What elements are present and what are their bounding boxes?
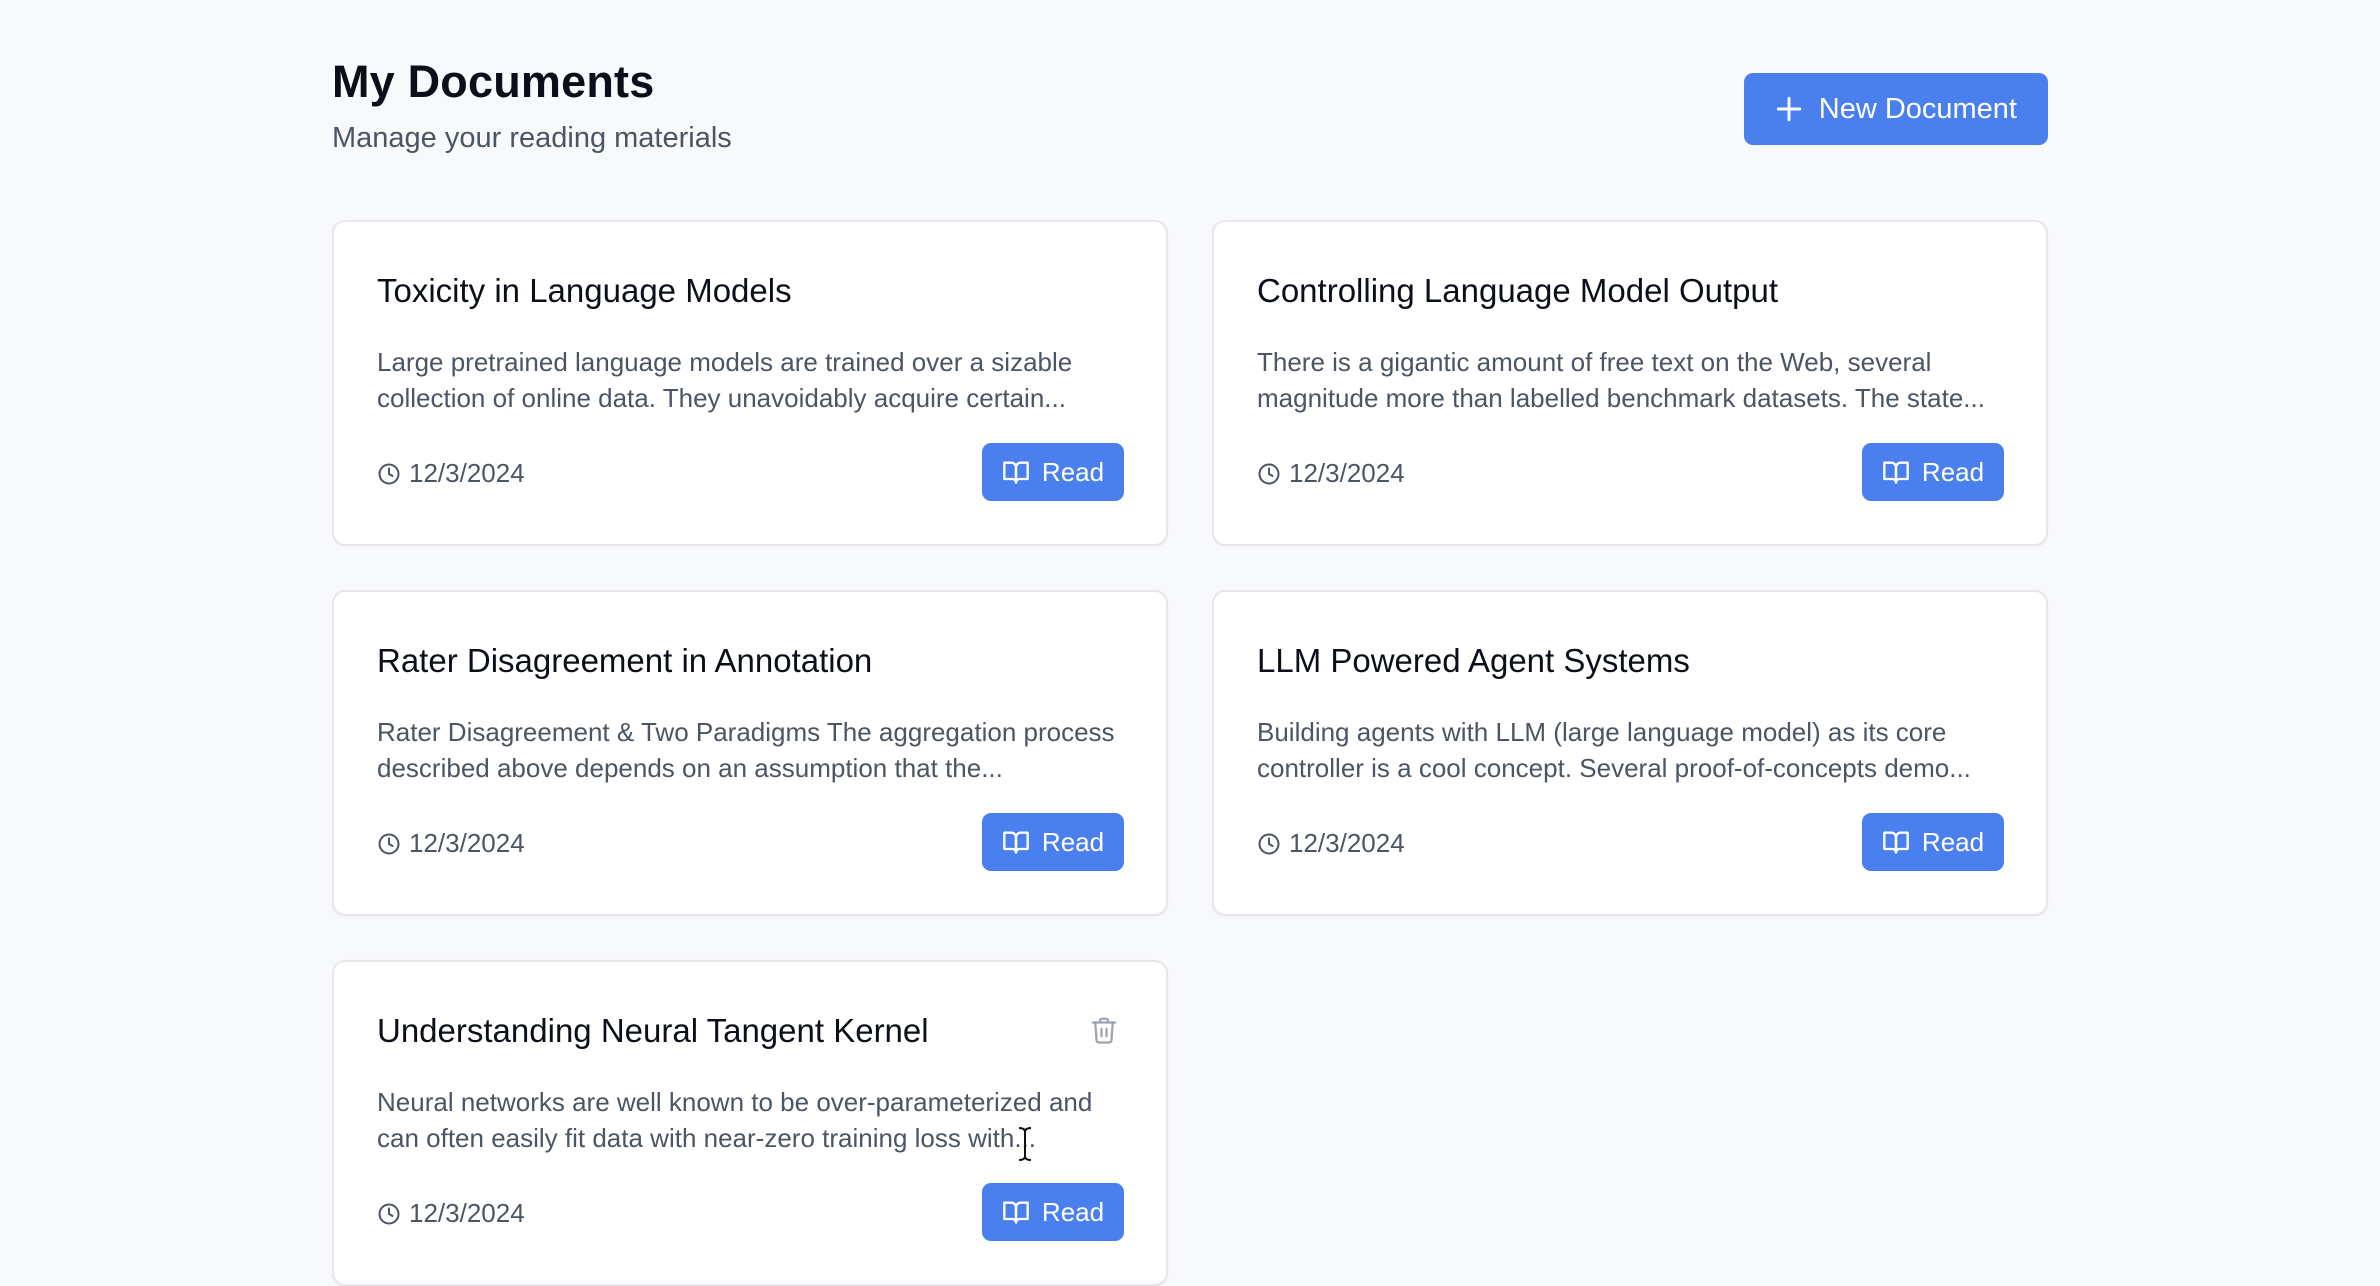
clock-icon [377,1202,401,1226]
document-date-text: 12/3/2024 [1289,828,1405,858]
document-description: There is a gigantic amount of free text … [1257,347,1985,413]
read-button[interactable]: Read [982,1183,1124,1241]
document-grid: Toxicity in Language Models Large pretra… [332,220,2048,1286]
document-card[interactable]: Toxicity in Language Models Large pretra… [332,220,1168,546]
read-button-label: Read [1041,826,1105,857]
new-document-button[interactable]: New Document [1743,73,2048,145]
clock-icon [377,832,401,856]
clock-icon [1257,832,1281,856]
page-title: My Documents [332,56,655,107]
document-title: LLM Powered Agent Systems [1257,642,1690,679]
read-button-label: Read [1921,826,1985,857]
read-button-label: Read [1921,456,1985,487]
page-subtitle: Manage your reading materials [332,122,732,154]
document-card[interactable]: LLM Powered Agent Systems Building agent… [1212,590,2048,916]
document-description: Neural networks are well known to be ove… [377,1087,1093,1153]
read-button-label: Read [1041,456,1105,487]
delete-button[interactable] [1086,1012,1122,1048]
document-title: Rater Disagreement in Annotation [377,642,873,679]
book-open-icon [1002,828,1030,856]
book-open-icon [1002,1198,1030,1226]
document-description: Rater Disagreement & Two Paradigms The a… [377,717,1115,783]
book-open-icon [1882,458,1910,486]
document-title: Controlling Language Model Output [1257,272,1779,309]
clock-icon [377,462,401,486]
trash-icon [1089,1015,1119,1045]
document-card[interactable]: Controlling Language Model Output There … [1212,220,2048,546]
document-description: Large pretrained language models are tra… [377,347,1073,413]
documents-page: My Documents Manage your reading materia… [332,0,2048,1286]
book-open-icon [1882,828,1910,856]
document-date-text: 12/3/2024 [409,828,525,858]
book-open-icon [1002,458,1030,486]
document-date-text: 12/3/2024 [409,458,525,488]
document-card[interactable]: Rater Disagreement in Annotation Rater D… [332,590,1168,916]
document-date: 12/3/2024 [1257,828,1405,859]
document-description: Building agents with LLM (large language… [1257,717,1971,783]
read-button-label: Read [1041,1196,1105,1227]
page-header: My Documents Manage your reading materia… [332,0,2048,220]
plus-icon [1773,93,1805,125]
document-date: 12/3/2024 [377,458,525,489]
read-button[interactable]: Read [982,813,1124,871]
document-title: Toxicity in Language Models [377,272,792,309]
document-card[interactable]: Understanding Neural Tangent Kernel Neur… [332,960,1168,1286]
clock-icon [1257,462,1281,486]
document-date: 12/3/2024 [1257,458,1405,489]
read-button[interactable]: Read [982,443,1124,501]
read-button[interactable]: Read [1862,813,2004,871]
document-date-text: 12/3/2024 [1289,458,1405,488]
read-button[interactable]: Read [1862,443,2004,501]
document-title: Understanding Neural Tangent Kernel [377,1012,929,1049]
document-date: 12/3/2024 [377,828,525,859]
new-document-label: New Document [1818,92,2017,125]
document-date-text: 12/3/2024 [409,1198,525,1228]
document-date: 12/3/2024 [377,1198,525,1229]
